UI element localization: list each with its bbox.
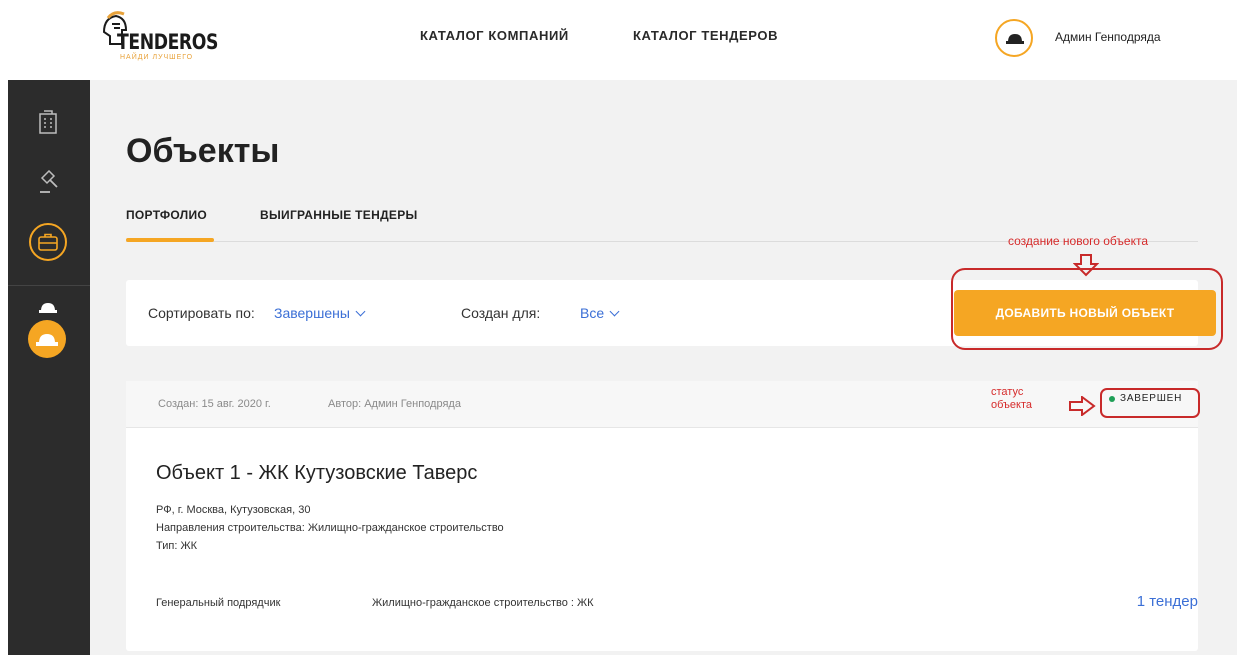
logo-wordmark: TENDEROS — [117, 30, 219, 54]
object-contractor-role: Генеральный подрядчик — [156, 597, 281, 609]
object-card: Создан: 15 авг. 2020 г. Автор: Админ Ген… — [126, 381, 1200, 651]
annotation-arrow-right-icon — [1069, 396, 1096, 416]
object-author: Автор: Админ Генподряда — [328, 398, 461, 410]
object-tenders-link[interactable]: 1 тендер — [1078, 593, 1198, 610]
object-type: Тип: ЖК — [156, 540, 198, 552]
chevron-down-icon — [355, 306, 366, 317]
hard-hat-icon — [1006, 34, 1024, 44]
main-content: Объекты ПОРТФОЛИО ВЫИГРАННЫЕ ТЕНДЕРЫ соз… — [90, 80, 1237, 655]
tab-portfolio[interactable]: ПОРТФОЛИО — [126, 208, 207, 222]
top-header: TENDEROS НАЙДИ ЛУЧШЕГО КАТАЛОГ КОМПАНИЙ … — [0, 0, 1237, 80]
annotation-status-line2: объекта — [991, 399, 1033, 411]
object-title[interactable]: Объект 1 - ЖК Кутузовские Таверс — [156, 462, 477, 485]
nav-tender-catalog[interactable]: КАТАЛОГ ТЕНДЕРОВ — [633, 28, 778, 43]
tab-won-tenders[interactable]: ВЫИГРАННЫЕ ТЕНДЕРЫ — [260, 208, 418, 222]
active-tab-indicator — [126, 238, 214, 242]
tenderos-logo[interactable]: TENDEROS НАЙДИ ЛУЧШЕГО — [100, 10, 218, 66]
annotation-create: создание нового объекта — [1008, 234, 1149, 248]
annotation-status-line1: статус — [991, 386, 1024, 398]
object-card-header: Создан: 15 авг. 2020 г. Автор: Админ Ген… — [126, 381, 1200, 428]
sort-dropdown[interactable]: Завершены — [274, 305, 366, 321]
sidebar-item-profile[interactable] — [28, 320, 66, 358]
briefcase-icon — [38, 233, 58, 251]
sidebar-item-companies[interactable] — [28, 102, 68, 142]
object-created-date: Создан: 15 авг. 2020 г. — [158, 398, 271, 410]
sidebar-divider — [8, 285, 90, 286]
object-address: РФ, г. Москва, Кутузовская, 30 — [156, 504, 311, 516]
logo-tagline: НАЙДИ ЛУЧШЕГО — [120, 54, 194, 61]
annotation-highlight-add-button — [951, 268, 1223, 350]
user-avatar[interactable] — [995, 19, 1033, 57]
created-for-dropdown[interactable]: Все — [580, 305, 620, 321]
chevron-down-icon — [609, 306, 620, 317]
annotation-highlight-status — [1100, 388, 1200, 418]
nav-company-catalog[interactable]: КАТАЛОГ КОМПАНИЙ — [420, 28, 569, 43]
hard-hat-icon — [36, 334, 58, 346]
object-direction: Направления строительства: Жилищно-гражд… — [156, 522, 504, 534]
sidebar-item-tenders[interactable] — [28, 162, 68, 202]
buildings-icon — [39, 110, 57, 134]
annotation-status: статус объекта — [991, 386, 1032, 412]
page-title: Объекты — [126, 132, 280, 170]
sidebar-item-objects[interactable] — [29, 223, 67, 261]
created-for-label: Создан для: — [461, 305, 541, 321]
sidebar — [8, 80, 90, 655]
gavel-icon — [40, 170, 58, 193]
object-category: Жилищно-гражданское строительство : ЖК — [372, 597, 594, 609]
sort-label: Сортировать по: — [148, 305, 255, 321]
created-for-value: Все — [580, 305, 605, 321]
sort-value: Завершены — [274, 305, 350, 321]
hard-hat-icon — [39, 303, 57, 313]
user-name[interactable]: Админ Генподряда — [1055, 30, 1161, 44]
